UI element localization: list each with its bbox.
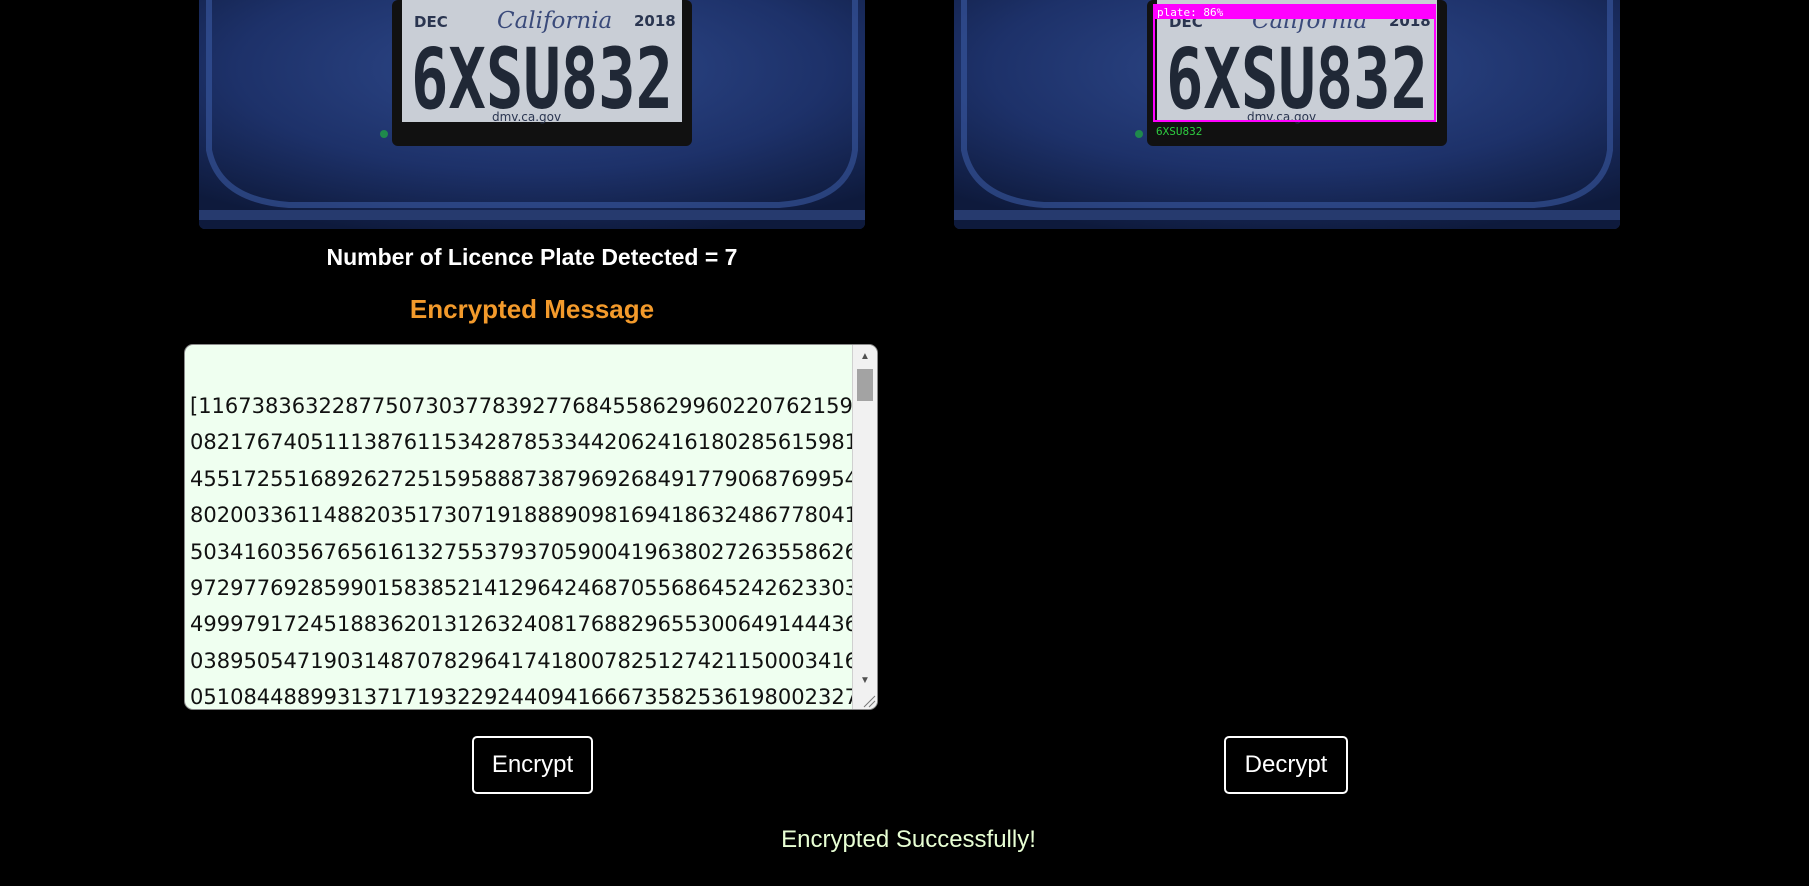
detected-image: DEC California 2018 6XSU832 dmv.ca.gov p… <box>954 0 1620 229</box>
page: DEC California 2018 6XSU832 dmv.ca.gov D… <box>0 0 1809 886</box>
detected-car-photo: DEC California 2018 6XSU832 dmv.ca.gov p… <box>954 0 1620 229</box>
detection-label: plate: 86% <box>1157 6 1224 19</box>
encrypted-message-text[interactable]: [116738363228775073037783927768455862996… <box>190 388 860 709</box>
scroll-up-icon[interactable]: ▲ <box>853 347 877 367</box>
original-image: DEC California 2018 6XSU832 dmv.ca.gov <box>199 0 865 229</box>
original-car-photo: DEC California 2018 6XSU832 dmv.ca.gov <box>199 0 865 229</box>
decrypt-button[interactable]: Decrypt <box>1224 736 1348 794</box>
scroll-down-icon[interactable]: ▼ <box>853 671 877 691</box>
plate-month: DEC <box>414 13 448 31</box>
scroll-thumb[interactable] <box>857 369 873 401</box>
ocr-label: 6XSU832 <box>1156 125 1202 138</box>
encrypted-message-textarea[interactable]: [116738363228775073037783927768455862996… <box>184 344 878 710</box>
status-message: Encrypted Successfully! <box>781 826 1036 853</box>
plate-footer: dmv.ca.gov <box>492 110 561 124</box>
plate-count-label: Number of Licence Plate Detected = 7 <box>326 244 738 270</box>
encrypt-button[interactable]: Encrypt <box>472 736 593 794</box>
encrypted-message-title: Encrypted Message <box>409 294 655 324</box>
textarea-scrollbar[interactable]: ▲ ▼ <box>852 345 877 709</box>
resize-grip-icon[interactable] <box>862 694 876 708</box>
plate-year: 2018 <box>634 12 676 30</box>
